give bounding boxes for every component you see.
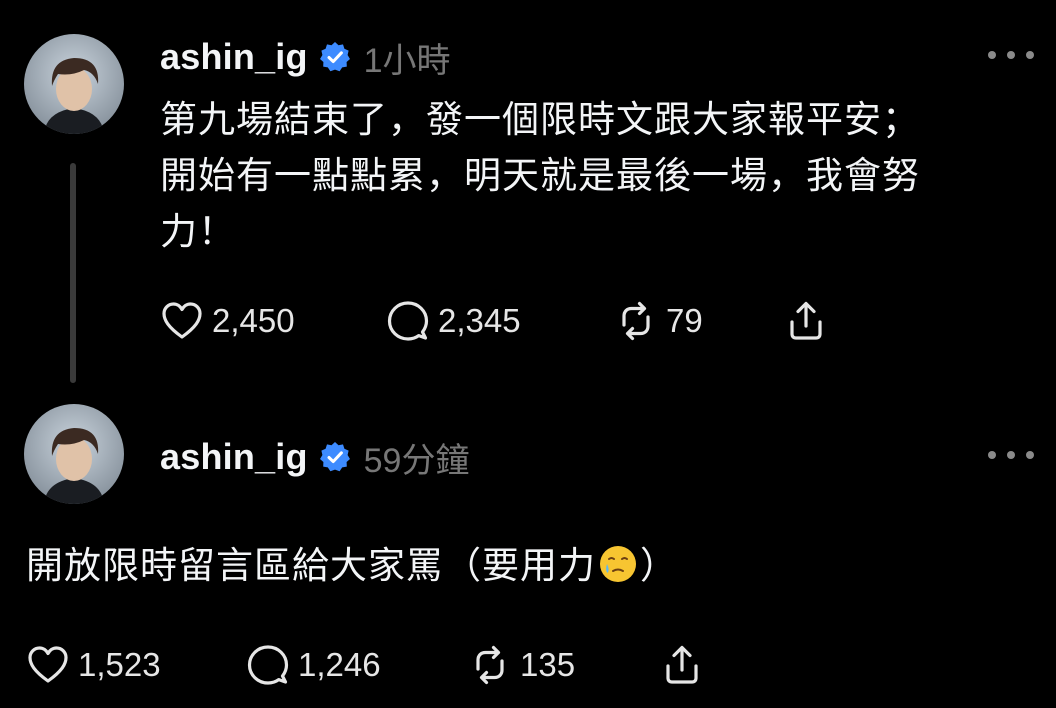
username[interactable]: ashin_ig xyxy=(160,436,308,478)
repost-button[interactable]: 79 xyxy=(614,299,784,343)
repost-button[interactable]: 135 xyxy=(468,643,660,687)
post-header: ashin_ig 59分鐘 xyxy=(160,432,469,482)
comment-button[interactable]: 1,246 xyxy=(246,643,468,687)
timestamp: 59分鐘 xyxy=(363,441,470,480)
post-1: ashin_ig 1小時 第九場結束了，發一個限時文跟大家報平安； 開始有一點點… xyxy=(0,0,1056,400)
like-button[interactable]: 2,450 xyxy=(160,299,386,343)
timestamp: 1小時 xyxy=(363,41,451,80)
heart-icon xyxy=(26,643,70,687)
post-actions: 1,523 1,246 135 xyxy=(26,640,704,690)
avatar[interactable] xyxy=(24,404,124,504)
repost-count: 135 xyxy=(520,646,576,683)
share-button[interactable] xyxy=(784,299,828,343)
post-2: ashin_ig 59分鐘 開放限時留言區給大家罵（要用力 ） 1,523 1,… xyxy=(0,400,1056,708)
post-text-tail: ） xyxy=(640,545,678,586)
avatar[interactable] xyxy=(24,34,124,134)
share-icon xyxy=(660,643,704,687)
comment-button[interactable]: 2,345 xyxy=(386,299,614,343)
repost-icon xyxy=(614,299,658,343)
verified-badge-icon xyxy=(318,40,352,74)
face-holding-back-tears-icon xyxy=(598,544,638,584)
post-text: 第九場結束了，發一個限時文跟大家報平安； 開始有一點點累，明天就是最後一場，我會… xyxy=(160,99,920,252)
share-icon xyxy=(784,299,828,343)
post-actions: 2,450 2,345 79 xyxy=(160,296,828,346)
post-text-main: 開放限時留言區給大家罵（要用力 xyxy=(26,545,596,586)
comment-icon xyxy=(246,643,290,687)
heart-icon xyxy=(160,299,204,343)
post-header: ashin_ig 1小時 xyxy=(160,32,451,82)
repost-count: 79 xyxy=(666,302,703,339)
more-options-icon[interactable] xyxy=(988,45,1034,65)
comment-icon xyxy=(386,299,430,343)
more-options-icon[interactable] xyxy=(988,445,1034,465)
verified-badge-icon xyxy=(318,440,352,474)
thread-line xyxy=(70,163,76,383)
share-button[interactable] xyxy=(660,643,704,687)
username[interactable]: ashin_ig xyxy=(160,36,308,78)
comment-count: 2,345 xyxy=(438,302,521,339)
post-text: 開放限時留言區給大家罵（要用力 ） xyxy=(26,538,1026,594)
like-button[interactable]: 1,523 xyxy=(26,643,246,687)
repost-icon xyxy=(468,643,512,687)
like-count: 2,450 xyxy=(212,302,295,339)
comment-count: 1,246 xyxy=(298,646,381,683)
like-count: 1,523 xyxy=(78,646,161,683)
